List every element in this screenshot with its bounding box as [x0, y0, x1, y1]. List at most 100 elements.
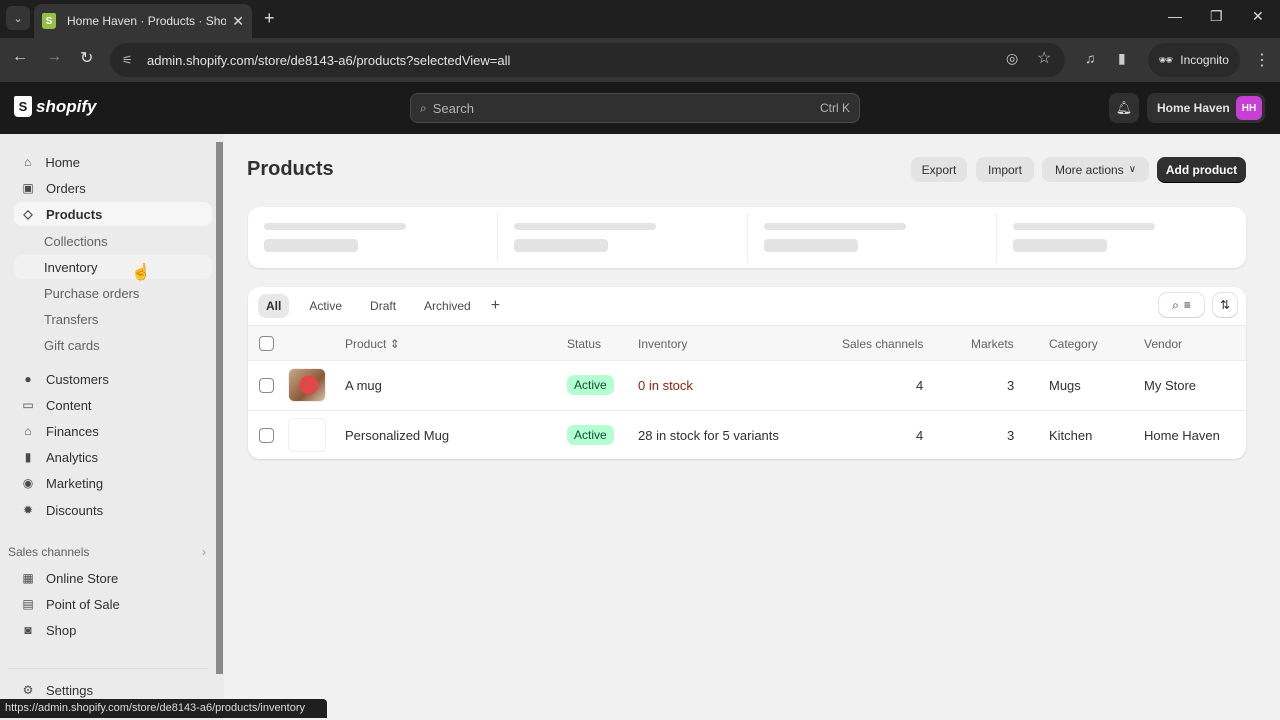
row-checkbox[interactable] — [259, 378, 274, 393]
tab-all[interactable]: All — [258, 294, 290, 318]
metric-skeleton — [248, 213, 498, 262]
side-panel-icon[interactable]: ▮ — [1118, 50, 1126, 67]
incognito-indicator[interactable]: 🕶 Incognito — [1148, 43, 1240, 77]
sales-channels-value: 4 — [916, 378, 924, 393]
sidebar-item-products[interactable]: ◇ Products — [14, 202, 212, 226]
product-name[interactable]: A mug — [345, 378, 382, 393]
sales-channels-label: Sales channels — [8, 545, 90, 559]
column-sales-channels: Sales channels — [842, 337, 924, 351]
address-bar[interactable]: ⚟ admin.shopify.com/store/de8143-a6/prod… — [110, 43, 1065, 77]
table-row[interactable]: Personalized Mug Active 28 in stock for … — [248, 411, 1246, 459]
sidebar-divider — [8, 668, 208, 669]
markets-value: 3 — [1007, 378, 1015, 393]
metric-skeleton — [997, 213, 1246, 262]
close-window-icon[interactable]: ✕ — [1252, 8, 1264, 25]
sidebar-item-home[interactable]: ⌂ Home — [14, 150, 80, 174]
media-control-icon[interactable]: ♫ — [1085, 50, 1096, 66]
tab-archived[interactable]: Archived — [416, 294, 479, 318]
chevron-right-icon: › — [202, 545, 206, 559]
restore-icon[interactable]: ❐ — [1210, 8, 1223, 25]
import-button[interactable]: Import — [976, 157, 1034, 182]
forward-icon[interactable]: → — [46, 48, 62, 66]
import-label: Import — [987, 162, 1022, 177]
sidebar-item-label: Inventory — [44, 259, 98, 275]
url-text: admin.shopify.com/store/de8143-a6/produc… — [147, 52, 511, 68]
sidebar-item-analytics[interactable]: ▮ Analytics — [14, 445, 212, 469]
add-view-icon[interactable]: + — [491, 297, 500, 315]
view-tabs: All Active Draft Archived + — [258, 294, 500, 318]
sidebar-item-customers[interactable]: ● Customers — [14, 367, 212, 391]
sidebar-item-label: Finances — [46, 423, 99, 439]
close-tab-icon[interactable]: ✕ — [232, 13, 244, 30]
sidebar-item-online-store[interactable]: ▦ Online Store — [14, 566, 212, 590]
sort-icon: ⇅ — [1219, 298, 1231, 312]
tab-active[interactable]: Active — [301, 294, 350, 318]
browser-tab-active[interactable]: S Home Haven · Products · Shopify ✕ — [34, 4, 252, 38]
sidebar-item-label: Point of Sale — [46, 596, 120, 612]
site-info-icon[interactable]: ⚟ — [122, 53, 136, 67]
column-product[interactable]: Product ⇕ — [345, 337, 400, 351]
store-name: Home Haven — [1157, 101, 1230, 115]
status-badge: Active — [567, 375, 614, 395]
reload-icon[interactable]: ↻ — [80, 48, 93, 68]
eye-off-icon[interactable]: ◎ — [1006, 50, 1018, 67]
row-checkbox[interactable] — [259, 428, 274, 443]
browser-toolbar: ← → ↻ ⚟ admin.shopify.com/store/de8143-a… — [0, 38, 1280, 82]
sidebar-item-label: Products — [46, 206, 103, 222]
column-markets: Markets — [971, 337, 1014, 351]
sales-channels-value: 4 — [916, 428, 924, 443]
more-actions-button[interactable]: More actions ∨ — [1042, 157, 1149, 182]
sidebar-item-label: Settings — [46, 682, 93, 698]
table-row[interactable]: A mug Active 0 in stock 4 3 Mugs My Stor… — [248, 361, 1246, 411]
sidebar-item-label: Content — [46, 397, 92, 413]
sidebar-scrollbar[interactable] — [216, 142, 223, 674]
bank-icon: ⌂ — [24, 424, 32, 438]
hand-cursor-icon: ☝ — [131, 264, 151, 281]
sidebar-item-discounts[interactable]: ✹ Discounts — [14, 498, 212, 522]
product-name[interactable]: Personalized Mug — [345, 428, 449, 443]
sidebar-item-label: Analytics — [46, 449, 99, 465]
incognito-icon: 🕶 — [1158, 53, 1174, 67]
sidebar-item-label: Orders — [46, 180, 86, 196]
image-icon: ▭ — [22, 398, 34, 412]
inventory-value: 28 in stock for 5 variants — [638, 428, 779, 443]
link-status-bar: https://admin.shopify.com/store/de8143-a… — [0, 699, 327, 718]
store-menu-button[interactable]: Home Haven HH — [1147, 93, 1265, 123]
browser-tabstrip: ⌄ S Home Haven · Products · Shopify ✕ + … — [0, 0, 1280, 38]
search-placeholder: Search — [432, 100, 474, 116]
sort-button[interactable]: ⇅ — [1213, 293, 1237, 317]
bell-icon: 🔔︎ — [1115, 100, 1133, 115]
sidebar-subitem-transfers[interactable]: Transfers — [44, 309, 98, 329]
vendor-value: My Store — [1144, 378, 1197, 393]
new-tab-button[interactable]: + — [264, 8, 275, 29]
search-filter-button[interactable]: ⌕ ≡ — [1159, 293, 1204, 317]
tab-title: Home Haven · Products · Shopify — [67, 14, 227, 28]
sidebar-subitem-purchase-orders[interactable]: Purchase orders — [44, 283, 139, 303]
tab-search-button[interactable]: ⌄ — [6, 6, 30, 30]
sidebar-item-shop[interactable]: ◙ Shop — [14, 618, 212, 642]
bookmark-star-icon[interactable]: ☆ — [1037, 48, 1051, 68]
sidebar-subitem-collections[interactable]: Collections — [44, 231, 108, 251]
sidebar-item-content[interactable]: ▭ Content — [14, 393, 212, 417]
admin-search-input[interactable]: ⌕ Search Ctrl K — [410, 93, 860, 123]
sidebar-item-finances[interactable]: ⌂ Finances — [14, 419, 212, 443]
back-icon[interactable]: ← — [12, 48, 28, 66]
select-all-checkbox[interactable] — [259, 336, 274, 351]
inbox-icon: ▣ — [22, 181, 34, 195]
sales-channels-header[interactable]: Sales channels › — [8, 545, 206, 559]
sidebar-subitem-inventory[interactable]: Inventory — [14, 255, 212, 279]
sidebar-item-marketing[interactable]: ◉ Marketing — [14, 471, 212, 495]
notifications-button[interactable]: 🔔︎ — [1109, 93, 1139, 123]
export-button[interactable]: Export — [911, 157, 967, 182]
shopify-logo[interactable]: S shopify — [14, 96, 96, 117]
minimize-icon[interactable]: — — [1168, 8, 1182, 24]
sidebar-item-point-of-sale[interactable]: ▤ Point of Sale — [14, 592, 212, 616]
tab-draft[interactable]: Draft — [362, 294, 404, 318]
column-category: Category — [1049, 337, 1098, 351]
browser-menu-icon[interactable]: ⋮ — [1254, 50, 1270, 70]
sidebar-item-orders[interactable]: ▣ Orders — [14, 176, 212, 200]
category-value: Mugs — [1049, 378, 1081, 393]
add-product-button[interactable]: Add product — [1157, 157, 1246, 182]
chevron-down-icon: ∨ — [1128, 164, 1137, 175]
sidebar-subitem-gift-cards[interactable]: Gift cards — [44, 335, 100, 355]
